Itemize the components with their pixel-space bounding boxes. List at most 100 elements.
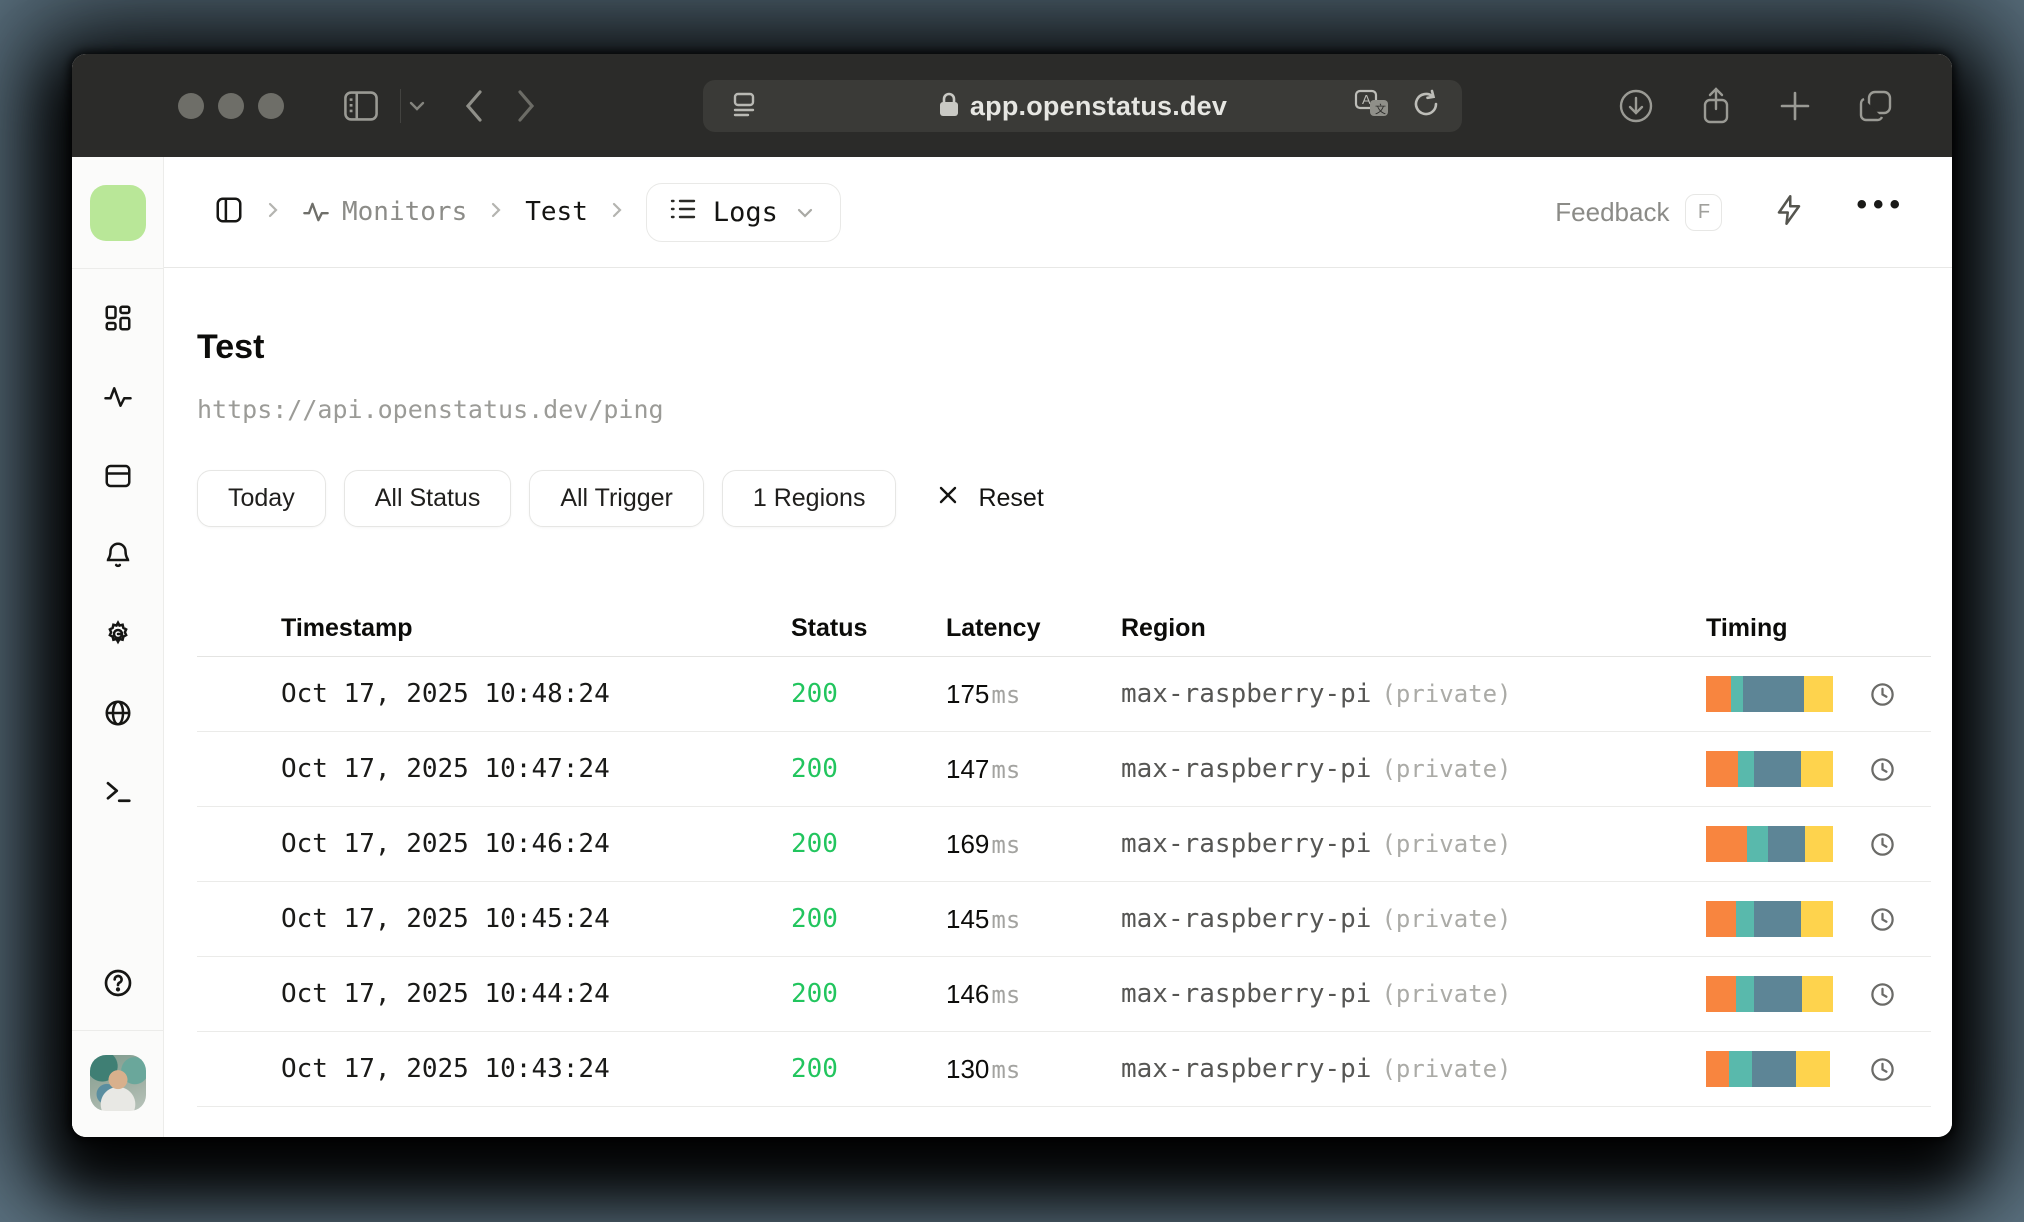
minimize-window-button[interactable] [218,92,244,119]
downloads-icon[interactable] [1618,88,1654,124]
column-header-status[interactable]: Status [791,614,946,643]
more-options-icon[interactable]: ••• [1856,190,1906,220]
timing-bar[interactable] [1706,826,1833,862]
timing-bar[interactable] [1706,901,1833,937]
timing-segment [1803,676,1833,712]
sidebar-item-settings[interactable] [103,619,133,654]
toolbar-divider [400,88,401,123]
timing-segment [1730,676,1744,712]
filter-date-button[interactable]: Today [197,470,326,527]
page-title: Test [197,328,265,366]
log-latency-unit: ms [991,1055,1021,1084]
sidebar-item-monitors[interactable] [103,382,133,417]
breadcrumb-separator-icon [608,198,626,227]
sidebar-item-dashboard[interactable] [103,303,133,338]
list-icon [669,196,697,229]
help-icon[interactable] [102,967,134,1004]
forward-button[interactable] [515,88,537,124]
lock-icon [938,91,960,122]
log-row[interactable]: Oct 17, 2025 10:45:24 200 145ms max-raspber… [197,882,1931,957]
zoom-window-button[interactable] [258,92,284,119]
timing-segment [1706,826,1747,862]
new-tab-icon[interactable] [1778,89,1812,123]
log-region: max-raspberry-pi [1121,754,1372,784]
activity-icon [303,202,329,222]
logs-dropdown-label: Logs [712,196,778,228]
log-row[interactable]: Oct 17, 2025 10:44:24 200 146ms max-raspber… [197,957,1931,1032]
sidebar-item-cli[interactable] [103,777,133,812]
timing-segment [1706,901,1737,937]
log-row[interactable]: Oct 17, 2025 10:46:24 200 169ms max-raspber… [197,807,1931,882]
log-latency-unit: ms [991,680,1021,709]
traffic-lights[interactable] [178,92,284,119]
clock-icon[interactable] [1869,1056,1896,1083]
tab-overview-icon[interactable] [1858,88,1894,124]
filter-trigger-button[interactable]: All Trigger [529,470,704,527]
log-row[interactable]: Oct 17, 2025 10:48:24 200 175ms max-raspber… [197,657,1931,732]
filter-regions-button[interactable]: 1 Regions [721,470,897,527]
column-header-timing[interactable]: Timing [1706,614,1931,643]
timing-bar[interactable] [1706,976,1833,1012]
breadcrumb-test[interactable]: Test [525,197,588,227]
clock-icon[interactable] [1869,981,1896,1008]
panel-toggle-icon[interactable] [214,195,244,230]
reset-filters-button[interactable]: Reset [936,483,1044,514]
filter-status-button[interactable]: All Status [343,470,512,527]
breadcrumb-separator-icon [487,198,505,227]
timing-bar[interactable] [1706,676,1833,712]
workspace-avatar[interactable] [89,185,146,241]
translate-icon[interactable]: A文 [1354,89,1392,124]
log-latency-unit: ms [991,980,1021,1009]
log-status-code: 200 [791,904,838,934]
feedback-button[interactable]: Feedback [1555,197,1669,228]
log-region-note: (private) [1381,830,1512,858]
log-region-note: (private) [1381,905,1512,933]
clock-icon[interactable] [1869,681,1896,708]
clock-icon[interactable] [1869,756,1896,783]
timing-segment [1728,1051,1752,1087]
tab-group-chevron-icon[interactable] [407,99,427,113]
quick-actions-icon[interactable] [1774,193,1804,232]
log-latency-value: 145 [946,903,990,934]
log-row[interactable]: Oct 17, 2025 10:43:24 200 130ms max-raspber… [197,1032,1931,1107]
close-window-button[interactable] [178,92,204,119]
user-avatar[interactable] [89,1055,146,1111]
sidebar-item-status-pages[interactable] [103,461,133,496]
svg-text:文: 文 [1375,102,1386,116]
log-region: max-raspberry-pi [1121,1054,1372,1084]
timing-bar[interactable] [1706,1051,1833,1087]
timing-segment [1796,1051,1831,1087]
column-header-region[interactable]: Region [1121,614,1706,643]
log-latency-value: 130 [946,1053,990,1084]
log-row[interactable]: Oct 17, 2025 10:47:24 200 147ms max-raspber… [197,732,1931,807]
log-status-code: 200 [791,829,838,859]
log-region-note: (private) [1381,1055,1512,1083]
sidebar-item-regions[interactable] [103,698,133,733]
log-timestamp: Oct 17, 2025 10:47:24 [281,754,610,784]
timing-bar[interactable] [1706,751,1833,787]
logs-dropdown-button[interactable]: Logs [645,182,841,242]
log-latency-unit: ms [991,905,1021,934]
browser-chrome: app.openstatus.dev A文 [72,54,1952,157]
clock-icon[interactable] [1869,831,1896,858]
log-region: max-raspberry-pi [1121,829,1372,859]
share-icon[interactable] [1700,86,1732,125]
back-button[interactable] [463,88,485,124]
sidebar-toggle-icon[interactable] [344,90,378,121]
filter-bar: Today All Status All Trigger 1 Regions R… [197,470,1932,527]
column-header-timestamp[interactable]: Timestamp [281,614,791,643]
log-latency-value: 146 [946,978,990,1009]
reload-icon[interactable] [1412,89,1440,124]
log-region-note: (private) [1381,755,1512,783]
sidebar-item-notifications[interactable] [103,540,133,575]
log-region-note: (private) [1381,980,1512,1008]
log-status-code: 200 [791,754,838,784]
address-text[interactable]: app.openstatus.dev [970,91,1227,122]
clock-icon[interactable] [1869,906,1896,933]
sidebar-divider [72,1030,164,1031]
address-bar[interactable]: app.openstatus.dev A文 [703,80,1462,132]
column-header-latency[interactable]: Latency [946,614,1121,643]
timing-segment [1736,976,1755,1012]
breadcrumb-monitors[interactable]: Monitors [302,197,467,227]
log-timestamp: Oct 17, 2025 10:44:24 [281,979,610,1009]
